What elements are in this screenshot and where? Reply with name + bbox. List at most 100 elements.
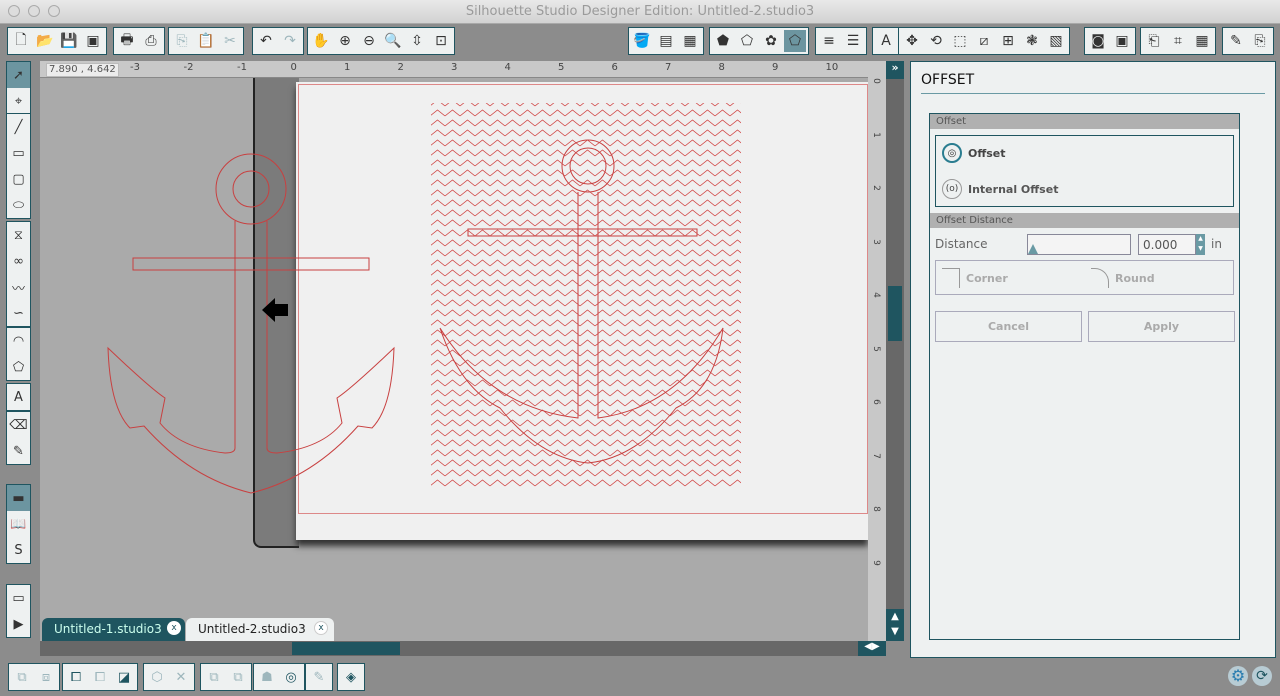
- ungroup-icon[interactable]: ⧈: [36, 667, 56, 687]
- settings-gear-icon[interactable]: ⚙: [1228, 666, 1248, 686]
- zoom-in-icon[interactable]: ⊕: [334, 30, 356, 52]
- cut-settings-icon[interactable]: ✎: [1225, 30, 1247, 52]
- scale-icon[interactable]: ⬚: [949, 30, 971, 52]
- tab-untitled-1[interactable]: Untitled-1.studio3 x: [42, 618, 185, 641]
- save-icon[interactable]: 💾: [58, 30, 80, 52]
- nest-icon[interactable]: ▧: [1045, 30, 1067, 52]
- collapse-panel-button[interactable]: »: [886, 61, 904, 79]
- bring-forward-icon[interactable]: ⧉: [228, 667, 248, 687]
- library-icon[interactable]: ◙: [1087, 30, 1109, 52]
- line-color-icon[interactable]: ⬟: [712, 30, 734, 52]
- replicate-icon[interactable]: ❃: [1021, 30, 1043, 52]
- release-compound-icon[interactable]: ⧠: [90, 667, 110, 687]
- ellipse-tool-icon[interactable]: ⬭: [7, 192, 30, 218]
- line-style-2-icon[interactable]: ✿: [760, 30, 782, 52]
- slider-thumb[interactable]: [1028, 244, 1038, 254]
- line-type-icon[interactable]: ☰: [842, 30, 864, 52]
- option-internal-offset[interactable]: (o) Internal Offset: [942, 179, 1058, 199]
- smooth-freehand-tool-icon[interactable]: ∽: [7, 300, 30, 326]
- vertical-scroll-arrows[interactable]: ▲ ▼: [886, 609, 904, 641]
- text-style-icon[interactable]: A: [875, 30, 897, 52]
- open-icon[interactable]: 📂: [34, 30, 56, 52]
- anchor-left[interactable]: [107, 153, 395, 494]
- close-tab-icon[interactable]: x: [314, 621, 328, 635]
- cut-icon[interactable]: ✂: [219, 30, 241, 52]
- shear-icon[interactable]: ⧄: [973, 30, 995, 52]
- print-icon[interactable]: 🖶: [116, 30, 138, 52]
- send-icon[interactable]: ⎘: [1249, 30, 1271, 52]
- page-setup-icon[interactable]: ⎗: [1143, 30, 1165, 52]
- vertical-scrollbar[interactable]: » ▲ ▼: [886, 61, 904, 641]
- cancel-button[interactable]: Cancel: [935, 311, 1082, 342]
- point-edit-tool-icon[interactable]: ⌖: [7, 88, 30, 114]
- compound-path-icon[interactable]: ⧠: [66, 667, 86, 687]
- fit-to-page-icon[interactable]: ⊡: [430, 30, 452, 52]
- rotate-icon[interactable]: ⟲: [925, 30, 947, 52]
- polygon-tool-icon[interactable]: ⧖: [7, 222, 30, 248]
- transform-icon[interactable]: ✥: [901, 30, 923, 52]
- pan-hand-icon[interactable]: ✋: [310, 30, 332, 52]
- line-opacity-icon[interactable]: ⬠: [784, 30, 806, 52]
- horizontal-scrollbar[interactable]: ◀▶: [40, 641, 886, 656]
- weld-icon[interactable]: ⬡: [147, 667, 167, 687]
- sync-icon[interactable]: ⟳: [1252, 666, 1272, 686]
- send-backward-icon[interactable]: ⧉: [204, 667, 224, 687]
- redo-icon[interactable]: ↷: [279, 30, 301, 52]
- vertical-scroll-thumb[interactable]: [888, 286, 902, 341]
- option-offset[interactable]: ◎ Offset: [942, 143, 1006, 163]
- registration-icon[interactable]: ⌗: [1167, 30, 1189, 52]
- send-to-silhouette-icon[interactable]: ⎙: [140, 30, 162, 52]
- send-panel-icon[interactable]: ▭: [7, 585, 30, 611]
- horizontal-scroll-arrows[interactable]: ◀▶: [858, 641, 886, 656]
- trace-icon[interactable]: ✎: [309, 667, 329, 687]
- line-style-icon[interactable]: ⬠: [736, 30, 758, 52]
- arc-tool-icon[interactable]: ◠: [7, 328, 30, 354]
- paste-icon[interactable]: 📋: [195, 30, 217, 52]
- knife-icon[interactable]: ◈: [341, 667, 361, 687]
- distance-input[interactable]: 0.000: [1138, 234, 1196, 255]
- distance-slider[interactable]: [1027, 234, 1131, 255]
- copy-icon[interactable]: ⎘: [171, 30, 193, 52]
- chevron-pattern[interactable]: [431, 103, 741, 488]
- freehand-tool-icon[interactable]: 〰: [7, 274, 30, 300]
- group-icon[interactable]: ⧉: [12, 667, 32, 687]
- offset-icon[interactable]: ◎: [281, 667, 301, 687]
- fill-gradient-icon[interactable]: ▤: [655, 30, 677, 52]
- cut-style-icon[interactable]: ≡: [818, 30, 840, 52]
- library-view-icon[interactable]: 📖: [7, 511, 30, 537]
- knife-tool-icon[interactable]: ✎: [7, 438, 30, 464]
- curve-tool-icon[interactable]: ∞: [7, 248, 30, 274]
- silhouette-store-icon[interactable]: S: [7, 537, 30, 563]
- distance-stepper[interactable]: ▲ ▼: [1196, 234, 1205, 255]
- select-tool-icon[interactable]: ➚: [7, 62, 30, 88]
- design-canvas[interactable]: [40, 78, 868, 641]
- modify-icon[interactable]: ☗: [257, 667, 277, 687]
- save-to-sd-icon[interactable]: ▣: [82, 30, 104, 52]
- undo-icon[interactable]: ↶: [255, 30, 277, 52]
- new-document-icon[interactable]: 🗋: [10, 30, 32, 52]
- horizontal-scroll-thumb[interactable]: [292, 642, 400, 655]
- line-tool-icon[interactable]: ╱: [7, 114, 30, 140]
- align-icon[interactable]: ⊞: [997, 30, 1019, 52]
- tab-untitled-2[interactable]: Untitled-2.studio3 x: [186, 618, 334, 641]
- fill-pattern-icon[interactable]: ▦: [679, 30, 701, 52]
- delete-icon[interactable]: ✕: [171, 667, 191, 687]
- close-tab-icon[interactable]: x: [167, 621, 181, 635]
- bring-to-front-icon[interactable]: ◪: [114, 667, 134, 687]
- regular-polygon-tool-icon[interactable]: ⬠: [7, 354, 30, 380]
- store-icon[interactable]: ▣: [1111, 30, 1133, 52]
- design-page-icon[interactable]: ▬: [7, 485, 30, 511]
- rectangle-tool-icon[interactable]: ▭: [7, 140, 30, 166]
- eraser-tool-icon[interactable]: ⌫: [7, 412, 30, 438]
- round-option[interactable]: Round: [1091, 268, 1155, 288]
- zoom-out-icon[interactable]: ⊖: [358, 30, 380, 52]
- text-tool-icon[interactable]: A: [7, 384, 30, 410]
- rounded-rectangle-tool-icon[interactable]: ▢: [7, 166, 30, 192]
- corner-option[interactable]: Corner: [942, 268, 1008, 288]
- play-icon[interactable]: ▶: [7, 611, 30, 637]
- apply-button[interactable]: Apply: [1088, 311, 1235, 342]
- fill-color-icon[interactable]: 🪣: [631, 30, 653, 52]
- zoom-selection-icon[interactable]: 🔍: [382, 30, 404, 52]
- grid-icon[interactable]: ▦: [1191, 30, 1213, 52]
- drag-zoom-icon[interactable]: ⇳: [406, 30, 428, 52]
